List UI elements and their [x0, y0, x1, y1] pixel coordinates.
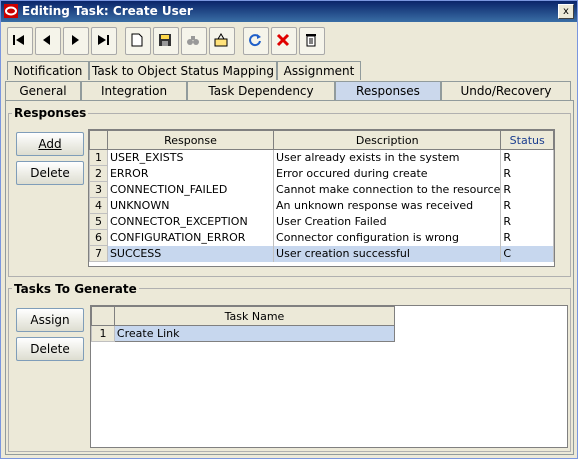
- table-row[interactable]: 7 SUCCESS User creation successful C: [89, 245, 554, 262]
- refresh-icon: [249, 34, 261, 47]
- response-cell[interactable]: CONNECTOR_EXCEPTION: [107, 213, 275, 230]
- previous-record-button[interactable]: [35, 27, 61, 55]
- trash-button[interactable]: [299, 27, 325, 55]
- responses-tab-panel: Responses Add Delete Response Descriptio…: [5, 100, 574, 455]
- last-record-button[interactable]: [91, 27, 117, 55]
- table-row[interactable]: 3 CONNECTION_FAILED Cannot make connection…: [89, 181, 554, 198]
- assign-label: Assign: [30, 313, 70, 327]
- oracle-icon: [4, 4, 18, 18]
- response-cell[interactable]: UNKNOWN: [107, 197, 275, 214]
- save-icon: [159, 34, 171, 46]
- close-window-button[interactable]: x: [558, 4, 574, 19]
- response-cell[interactable]: SUCCESS: [107, 245, 275, 262]
- tab-row-bottom: General Integration Task Dependency Resp…: [5, 81, 572, 100]
- tab-integration[interactable]: Integration: [81, 81, 187, 100]
- close-icon: x: [563, 6, 569, 17]
- row-number[interactable]: 1: [91, 325, 115, 342]
- responses-group-title: Responses: [12, 106, 89, 120]
- tab-assignment[interactable]: Assignment: [277, 61, 361, 80]
- new-button[interactable]: [125, 27, 151, 55]
- title-bar: Editing Task: Create User x: [1, 1, 577, 22]
- next-record-button[interactable]: [63, 27, 89, 55]
- row-number[interactable]: 6: [89, 229, 108, 246]
- assign-button[interactable]: [209, 27, 235, 55]
- new-document-icon: [131, 33, 143, 47]
- row-number-header: [91, 306, 115, 326]
- status-cell[interactable]: C: [500, 245, 554, 262]
- response-cell[interactable]: ERROR: [107, 165, 275, 182]
- status-cell[interactable]: R: [500, 213, 554, 230]
- table-row[interactable]: 1 USER_EXISTS User already exists in the s…: [89, 149, 554, 166]
- assign-task-button[interactable]: Assign: [16, 308, 84, 332]
- row-number[interactable]: 2: [89, 165, 108, 182]
- first-record-button[interactable]: [7, 27, 33, 55]
- tab-undo-recovery[interactable]: Undo/Recovery: [441, 81, 571, 100]
- tab-task-dependency[interactable]: Task Dependency: [187, 81, 335, 100]
- status-cell[interactable]: R: [500, 165, 554, 182]
- description-cell[interactable]: User already exists in the system: [273, 149, 502, 166]
- tab-notification[interactable]: Notification: [7, 61, 89, 80]
- toolbar: [5, 27, 325, 57]
- save-button[interactable]: [153, 27, 179, 55]
- response-cell[interactable]: USER_EXISTS: [107, 149, 275, 166]
- description-cell[interactable]: Cannot make connection to the resource: [273, 181, 502, 198]
- description-cell[interactable]: Connector configuration is wrong: [273, 229, 502, 246]
- previous-record-icon: [43, 35, 50, 45]
- tab-general[interactable]: General: [5, 81, 81, 100]
- table-row[interactable]: 6 CONFIGURATION_ERROR Connector configurat…: [89, 229, 554, 246]
- last-record-icon: [98, 35, 109, 45]
- trash-icon: [306, 34, 316, 47]
- delete-task-button[interactable]: Delete: [16, 337, 84, 361]
- find-icon: [187, 36, 199, 45]
- tab-task-to-object-status-mapping[interactable]: Task to Object Status Mapping: [89, 61, 277, 80]
- response-cell[interactable]: CONNECTION_FAILED: [107, 181, 275, 198]
- table-row[interactable]: 5 CONNECTOR_EXCEPTION User Creation Failed…: [89, 213, 554, 230]
- delete-button[interactable]: [271, 27, 297, 55]
- row-number[interactable]: 5: [89, 213, 108, 230]
- description-cell[interactable]: User Creation Failed: [273, 213, 502, 230]
- delete-label: Delete: [30, 166, 70, 180]
- description-column-header[interactable]: Description: [273, 130, 502, 150]
- response-column-header[interactable]: Response: [106, 130, 275, 150]
- status-cell[interactable]: R: [500, 181, 554, 198]
- tab-row-top: Notification Task to Object Status Mappi…: [7, 61, 367, 80]
- assign-icon: [214, 33, 228, 47]
- response-cell[interactable]: CONFIGURATION_ERROR: [107, 229, 275, 246]
- responses-table: Response Description Status 1 USER_EXISTS…: [88, 129, 555, 267]
- find-button[interactable]: [181, 27, 207, 55]
- task-name-cell[interactable]: Create Link: [113, 325, 396, 342]
- description-cell[interactable]: User creation successful: [273, 245, 502, 262]
- responses-table-body: 1 USER_EXISTS User already exists in the s…: [89, 149, 554, 262]
- status-cell[interactable]: R: [500, 197, 554, 214]
- status-column-header[interactable]: Status: [500, 130, 554, 150]
- description-cell[interactable]: An unknown response was received: [273, 197, 502, 214]
- next-record-icon: [72, 35, 79, 45]
- row-number[interactable]: 4: [89, 197, 108, 214]
- editing-task-window: Editing Task: Create User x Notification…: [0, 0, 578, 459]
- row-number[interactable]: 1: [89, 149, 108, 166]
- row-number[interactable]: 7: [89, 245, 108, 262]
- table-row[interactable]: 4 UNKNOWN An unknown response was received…: [89, 197, 554, 214]
- row-number[interactable]: 3: [89, 181, 108, 198]
- first-record-icon: [13, 35, 24, 45]
- description-cell[interactable]: Error occured during create: [273, 165, 502, 182]
- delete-response-button[interactable]: Delete: [16, 161, 84, 185]
- delete-label: Delete: [30, 342, 70, 356]
- tab-responses[interactable]: Responses: [335, 81, 441, 100]
- tasks-table-body: 1 Create Link: [91, 325, 396, 342]
- refresh-button[interactable]: [243, 27, 269, 55]
- status-cell[interactable]: R: [500, 149, 554, 166]
- add-label: Add: [38, 137, 62, 151]
- window-title: Editing Task: Create User: [22, 4, 193, 18]
- task-name-column-header[interactable]: Task Name: [113, 306, 396, 326]
- row-number-header: [89, 130, 108, 150]
- add-response-button[interactable]: Add: [16, 132, 84, 156]
- table-row[interactable]: 1 Create Link: [91, 325, 396, 342]
- table-row[interactable]: 2 ERROR Error occured during create R: [89, 165, 554, 182]
- delete-x-icon: [276, 33, 290, 47]
- status-cell[interactable]: R: [500, 229, 554, 246]
- tasks-group-title: Tasks To Generate: [12, 282, 139, 296]
- tasks-table: Task Name 1 Create Link: [90, 305, 568, 448]
